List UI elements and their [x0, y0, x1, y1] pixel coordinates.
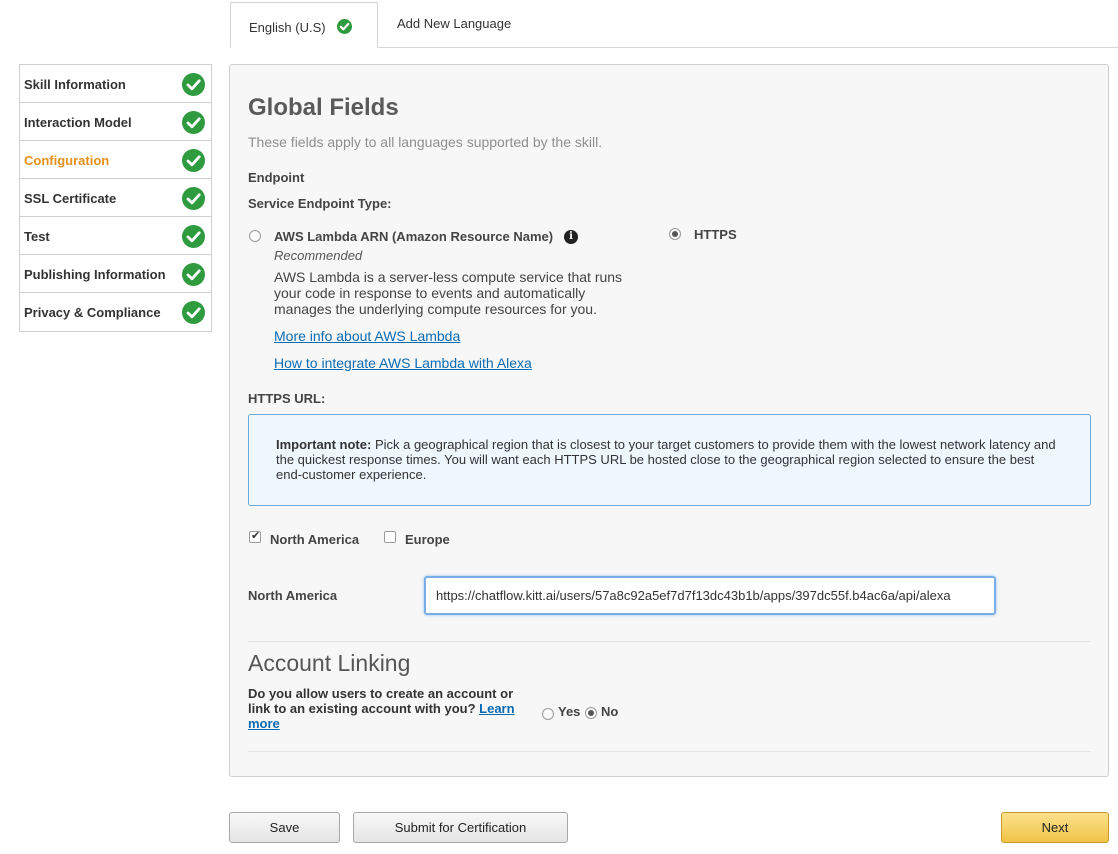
divider	[248, 751, 1091, 752]
divider	[248, 641, 1091, 642]
next-button[interactable]: Next	[1001, 812, 1109, 843]
sidebar-item-label: SSL Certificate	[24, 191, 117, 206]
sidebar-item-interaction-model[interactable]: Interaction Model	[20, 103, 211, 141]
lambda-description: AWS Lambda is a server-less compute serv…	[274, 269, 623, 317]
integrate-lambda-alexa-link[interactable]: How to integrate AWS Lambda with Alexa	[274, 355, 532, 371]
https-radio[interactable]	[669, 228, 681, 240]
sidebar-item-label: Publishing Information	[24, 267, 166, 282]
https-url-label: HTTPS URL:	[248, 391, 326, 406]
service-endpoint-type-label: Service Endpoint Type:	[248, 196, 392, 211]
skill-steps-sidebar: Skill Information Interaction Model Conf…	[19, 64, 212, 332]
endpoint-label: Endpoint	[248, 170, 305, 185]
submit-for-certification-button[interactable]: Submit for Certification	[353, 812, 568, 843]
tab-english-us[interactable]: English (U.S)	[230, 2, 378, 48]
configuration-panel: Global Fields These fields apply to all …	[229, 64, 1109, 777]
sidebar-item-label: Interaction Model	[24, 115, 132, 130]
account-linking-no-radio[interactable]	[585, 707, 597, 719]
sidebar-item-label: Test	[24, 229, 50, 244]
lambda-radio[interactable]	[249, 230, 261, 242]
account-linking-question-text: Do you allow users to create an account …	[248, 686, 514, 716]
important-note-text: Pick a geographical region that is close…	[276, 437, 1056, 482]
account-linking-no-label[interactable]: No	[601, 704, 618, 719]
tab-english-us-label: English (U.S)	[249, 20, 326, 35]
check-circle-icon	[182, 263, 205, 286]
check-circle-icon	[337, 19, 353, 34]
sidebar-item-publishing-information[interactable]: Publishing Information	[20, 255, 211, 293]
north-america-checkbox[interactable]	[249, 529, 261, 543]
sidebar-item-skill-information[interactable]: Skill Information	[20, 65, 211, 103]
account-linking-yes-label[interactable]: Yes	[558, 704, 580, 719]
info-icon[interactable]: i	[564, 230, 578, 244]
account-linking-yes-radio[interactable]	[542, 708, 554, 720]
page-subtitle: These fields apply to all languages supp…	[248, 134, 603, 150]
account-linking-title: Account Linking	[248, 650, 411, 676]
check-circle-icon	[182, 111, 205, 134]
sidebar-item-test[interactable]: Test	[20, 217, 211, 255]
account-linking-question: Do you allow users to create an account …	[248, 686, 533, 731]
north-america-url-input[interactable]	[424, 576, 996, 615]
europe-checkbox-label[interactable]: Europe	[405, 532, 450, 547]
check-circle-icon	[182, 225, 205, 248]
check-circle-icon	[182, 301, 205, 324]
https-option-label[interactable]: HTTPS	[694, 227, 737, 242]
sidebar-item-ssl-certificate[interactable]: SSL Certificate	[20, 179, 211, 217]
sidebar-item-privacy-compliance[interactable]: Privacy & Compliance	[20, 293, 211, 331]
europe-checkbox[interactable]	[384, 531, 396, 543]
check-circle-icon	[182, 187, 205, 210]
important-note-title: Important note:	[276, 437, 372, 452]
sidebar-item-label: Skill Information	[24, 77, 126, 92]
more-info-lambda-link[interactable]: More info about AWS Lambda	[274, 328, 460, 344]
sidebar-item-label: Configuration	[24, 153, 110, 168]
sidebar-item-label: Privacy & Compliance	[24, 305, 161, 320]
check-circle-icon	[182, 149, 205, 172]
sidebar-item-configuration[interactable]: Configuration	[20, 141, 211, 179]
lambda-option-label[interactable]: AWS Lambda ARN (Amazon Resource Name)	[274, 229, 553, 244]
page-title: Global Fields	[248, 94, 399, 121]
recommended-label: Recommended	[274, 248, 363, 263]
tab-add-new-language[interactable]: Add New Language	[397, 16, 511, 31]
language-tabs: English (U.S) Add New Language	[230, 2, 1118, 48]
save-button[interactable]: Save	[229, 812, 340, 843]
important-note-box: Important note: Pick a geographical regi…	[248, 414, 1091, 506]
north-america-checkbox-label[interactable]: North America	[270, 532, 359, 547]
north-america-url-label: North America	[248, 588, 338, 603]
check-circle-icon	[182, 73, 205, 96]
